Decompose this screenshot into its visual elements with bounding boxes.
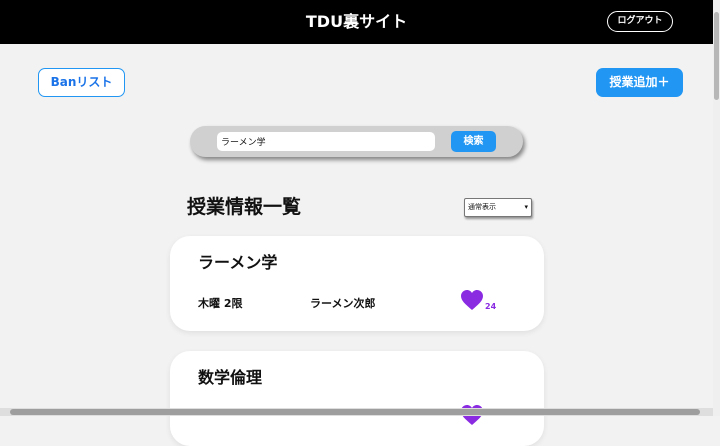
horizontal-scrollbar[interactable] [0, 408, 713, 416]
horizontal-scrollbar-thumb[interactable] [10, 409, 700, 415]
display-mode-select[interactable]: 通常表示 ▾ [464, 198, 532, 217]
heart-icon[interactable] [460, 289, 484, 311]
search-input[interactable] [217, 132, 435, 151]
like-count: 24 [485, 302, 497, 311]
course-teacher: ラーメン次郎 [310, 297, 376, 310]
course-card[interactable]: ラーメン学 木曜 2限 ラーメン次郎 24 [170, 236, 544, 331]
vertical-scrollbar[interactable] [713, 0, 720, 416]
course-name: 数学倫理 [198, 368, 263, 387]
search-button[interactable]: 検索 [451, 131, 496, 152]
add-class-button[interactable]: 授業追加＋ [596, 68, 683, 97]
logout-button[interactable]: ログアウト [607, 11, 673, 32]
display-mode-value: 通常表示 [468, 203, 496, 211]
class-list-heading: 授業情報一覧 [187, 196, 302, 218]
course-card[interactable]: 数学倫理 [170, 351, 544, 446]
search-bar: 検索 [190, 126, 523, 157]
ban-list-button[interactable]: Banリスト [38, 68, 125, 97]
chevron-down-icon: ▾ [524, 203, 528, 211]
course-name: ラーメン学 [198, 253, 278, 272]
vertical-scrollbar-thumb[interactable] [714, 12, 719, 100]
top-header: TDU裏サイト ログアウト [0, 0, 713, 44]
course-schedule: 木曜 2限 [198, 297, 243, 310]
